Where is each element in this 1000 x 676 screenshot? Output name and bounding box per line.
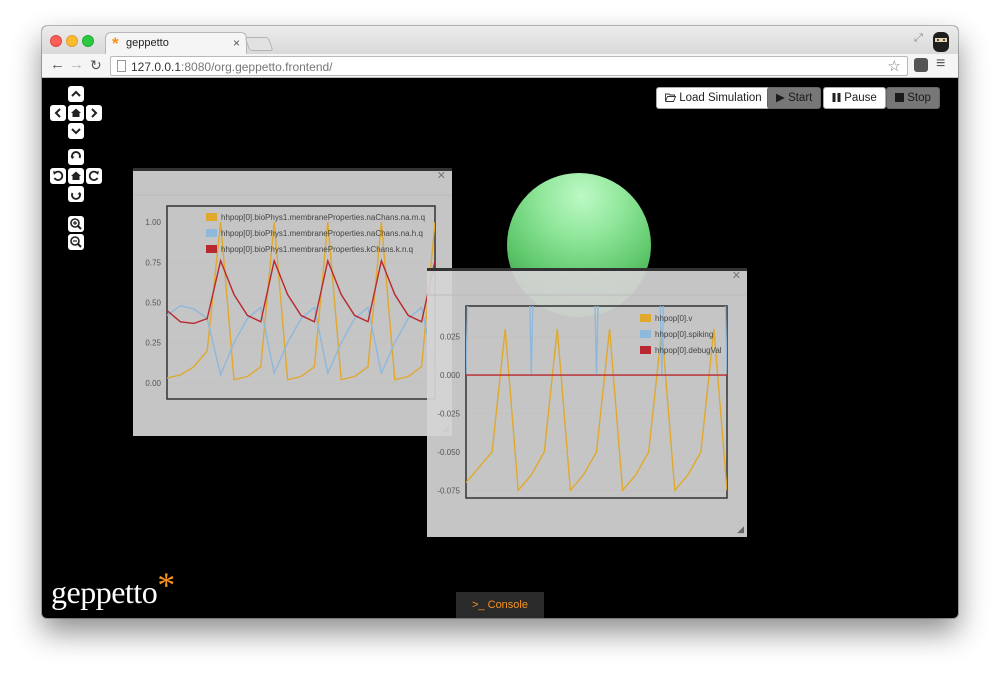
url-text[interactable]: 127.0.0.1:8080/org.geppetto.frontend/	[131, 60, 333, 74]
hamburger-menu-icon[interactable]: ≡	[936, 55, 945, 73]
bookmark-star-icon[interactable]: ☆	[888, 57, 901, 75]
pause-label: Pause	[844, 92, 877, 104]
logo-text: geppetto	[51, 574, 158, 610]
rotate-left-icon	[53, 170, 64, 181]
logo-star: *	[157, 565, 175, 605]
pause-icon	[832, 93, 841, 102]
close-icon[interactable]: ✕	[732, 269, 741, 282]
pan-up-button[interactable]	[68, 86, 84, 102]
series-line	[466, 306, 727, 376]
pan-left-button[interactable]	[50, 105, 66, 121]
reload-icon[interactable]: ↻	[90, 56, 102, 74]
legend-swatch	[206, 229, 217, 237]
folder-open-icon	[665, 93, 677, 102]
pan-home-button[interactable]	[68, 105, 84, 121]
tab-close-icon[interactable]: ×	[233, 36, 240, 50]
browser-window: * geppetto × ⤢ ← → ↻ 127.0.0.1:8080/org.…	[42, 26, 958, 618]
home-icon	[71, 171, 81, 180]
chevron-down-icon	[71, 128, 81, 135]
membrane-potential-chart: 0.025 0.000 -0.025 -0.050 -0.075 hhpop[0].v hh…	[427, 294, 747, 499]
legend-label: hhpop[0].bioPhys1.membraneProperties.kCh…	[221, 245, 413, 254]
console-label: Console	[487, 599, 528, 611]
legend-swatch	[640, 330, 651, 338]
geppetto-favicon-icon: *	[112, 34, 119, 53]
title-bar: * geppetto × ⤢	[42, 26, 958, 55]
page-icon	[117, 60, 126, 72]
resize-handle-icon[interactable]: ◢	[737, 524, 744, 535]
fullscreen-icon[interactable]: ⤢	[914, 32, 923, 45]
legend-swatch	[640, 346, 651, 354]
y-tick-label: 0.25	[145, 339, 161, 348]
console-button[interactable]: >_ Console	[456, 592, 544, 618]
home-icon	[71, 108, 81, 117]
browser-toolbar: ← → ↻ 127.0.0.1:8080/org.geppetto.fronte…	[42, 54, 958, 78]
legend-label: hhpop[0].spiking	[655, 330, 713, 339]
zoom-out-button[interactable]	[68, 234, 84, 250]
y-tick-label: -0.050	[437, 448, 460, 457]
start-button[interactable]: ▶ Start	[767, 87, 822, 109]
plot-widget-gating-variables[interactable]: ✕ ◢ 1.000.750.500.250.00hhpop[0].bioPhys…	[133, 168, 452, 436]
stop-label: Stop	[907, 92, 931, 104]
browser-tab[interactable]: * geppetto ×	[105, 32, 247, 55]
plot-widget-membrane-potential[interactable]: ✕ ◢ 0.025 0.000 -0.025 -0.050 -0.075 hhpop[0]…	[427, 268, 747, 537]
y-tick-label: -0.075	[437, 486, 460, 495]
pan-right-button[interactable]	[86, 105, 102, 121]
zoom-in-icon	[70, 218, 82, 230]
legend-swatch	[206, 245, 217, 253]
y-tick-label: 0.75	[145, 258, 161, 267]
address-bar[interactable]: 127.0.0.1:8080/org.geppetto.frontend/ ☆	[110, 56, 908, 76]
rotate-left-button[interactable]	[50, 168, 66, 184]
y-tick-label: 1.00	[145, 218, 161, 227]
load-simulation-label: Load Simulation	[679, 92, 762, 104]
pause-button[interactable]: Pause	[823, 87, 886, 109]
close-icon[interactable]: ✕	[437, 169, 446, 182]
legend-label: hhpop[0].debugVal	[655, 346, 722, 355]
legend-label: hhpop[0].bioPhys1.membraneProperties.naC…	[221, 229, 423, 238]
gating-variables-chart: 1.00 0.75 0.50 0.25 0.00 hhpop[0].bioPhys1.me…	[133, 194, 452, 400]
legend-swatch	[206, 213, 217, 221]
zoom-window-button[interactable]	[82, 35, 94, 47]
forward-arrow-icon[interactable]: →	[69, 56, 84, 74]
load-simulation-button[interactable]: Load Simulation	[656, 87, 771, 109]
y-tick-label: 0.025	[440, 333, 461, 342]
geppetto-logo: geppetto*	[51, 565, 175, 612]
chevron-left-icon	[54, 108, 61, 118]
play-icon: ▶	[776, 92, 785, 104]
rotate-up-button[interactable]	[68, 149, 84, 165]
chevron-up-icon	[71, 90, 81, 97]
y-tick-label: 0.00	[145, 379, 161, 388]
zoom-in-button[interactable]	[68, 216, 84, 232]
legend-label: hhpop[0].v	[655, 314, 692, 323]
y-tick-label: 0.000	[440, 371, 461, 380]
tab-title: geppetto	[126, 37, 169, 49]
url-host: 127.0.0.1	[131, 60, 182, 74]
rotate-right-button[interactable]	[86, 168, 102, 184]
start-label: Start	[788, 92, 813, 104]
close-window-button[interactable]	[50, 35, 62, 47]
y-tick-label: 0.50	[145, 299, 161, 308]
pan-down-button[interactable]	[68, 123, 84, 139]
new-tab-button[interactable]	[244, 37, 274, 51]
terminal-icon: >_	[472, 599, 485, 611]
chevron-right-icon	[91, 108, 98, 118]
zoom-out-icon	[70, 236, 82, 248]
back-arrow-icon[interactable]: ←	[50, 56, 65, 74]
y-tick-label: -0.025	[437, 410, 460, 419]
rotate-down-icon	[71, 192, 82, 200]
series-line	[167, 258, 435, 325]
stop-icon	[895, 93, 904, 102]
legend-swatch	[640, 314, 651, 322]
geppetto-canvas[interactable]: Load Simulation ▶ Start Pause Stop ✕ ◢ 1…	[42, 79, 958, 618]
stop-button[interactable]: Stop	[886, 87, 940, 109]
incognito-profile-icon[interactable]	[930, 30, 952, 54]
pocket-icon[interactable]	[914, 58, 928, 72]
rotate-right-icon	[88, 170, 99, 181]
minimize-window-button[interactable]	[66, 35, 78, 47]
rotate-down-button[interactable]	[68, 186, 84, 202]
rotate-home-button[interactable]	[68, 168, 84, 184]
rotate-up-icon	[70, 151, 81, 159]
url-path: :8080/org.geppetto.frontend/	[181, 60, 333, 74]
legend-label: hhpop[0].bioPhys1.membraneProperties.naC…	[221, 213, 425, 222]
